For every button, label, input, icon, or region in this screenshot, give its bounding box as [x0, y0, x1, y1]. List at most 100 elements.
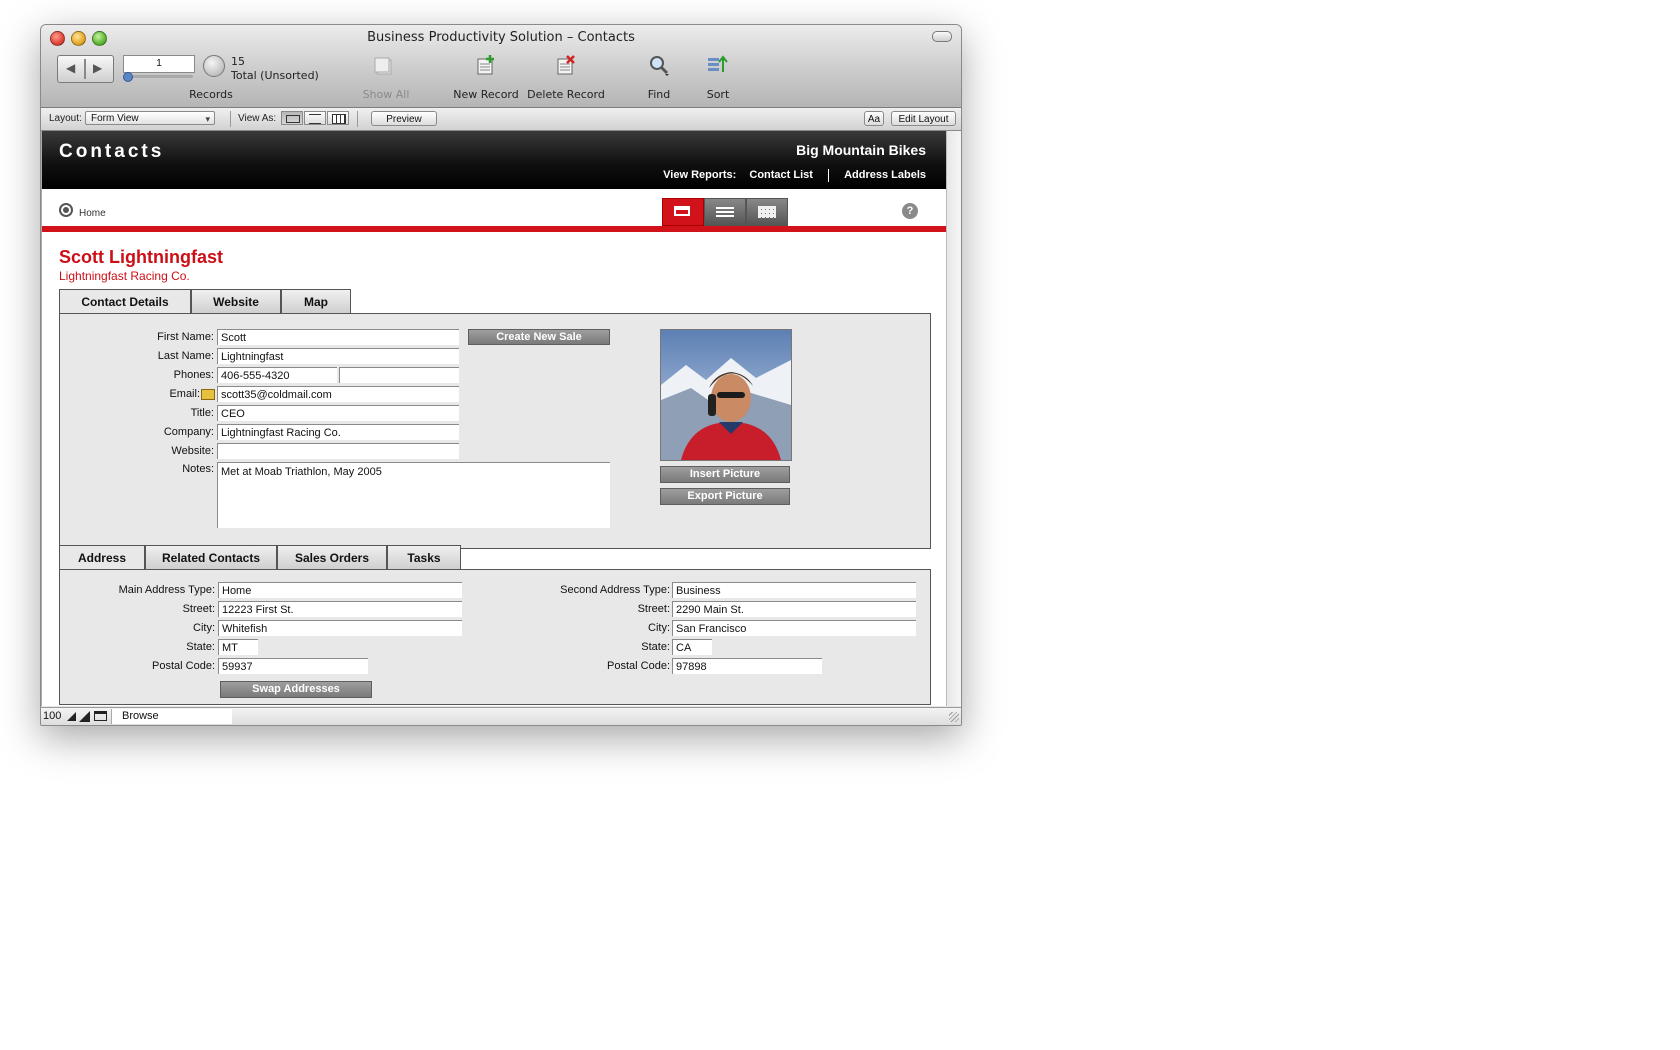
- table-view-icon: [758, 206, 776, 218]
- form-view-switch[interactable]: [662, 198, 704, 226]
- second-address-type-label: Second Address Type:: [560, 584, 670, 596]
- divider: [357, 111, 358, 127]
- divider: [230, 111, 231, 127]
- new-record-icon[interactable]: [475, 54, 497, 76]
- contact-photo[interactable]: [660, 329, 792, 461]
- edit-layout-button[interactable]: Edit Layout: [891, 111, 956, 126]
- second-city-label: City:: [648, 622, 670, 634]
- previous-record-icon[interactable]: ◀: [66, 61, 75, 75]
- swap-addresses-button[interactable]: Swap Addresses: [220, 681, 372, 698]
- title-field[interactable]: CEO: [217, 405, 459, 421]
- second-city-field[interactable]: San Francisco: [672, 620, 916, 636]
- resize-grip-icon[interactable]: [949, 712, 959, 722]
- email-envelope-icon[interactable]: [201, 389, 215, 400]
- layout-content: Contacts Big Mountain Bikes View Reports…: [41, 131, 946, 706]
- find-magnifier-icon[interactable]: [648, 54, 670, 76]
- website-field[interactable]: [217, 443, 459, 459]
- second-postal-field[interactable]: 97898: [672, 658, 822, 674]
- main-address-type-label: Main Address Type:: [118, 584, 215, 596]
- home-icon[interactable]: [59, 203, 73, 217]
- view-as-table-button[interactable]: [327, 111, 349, 125]
- home-link[interactable]: Home: [79, 208, 106, 219]
- new-record-button[interactable]: New Record: [446, 88, 526, 101]
- contact-company-line: Lightningfast Racing Co.: [59, 269, 190, 283]
- delete-record-icon[interactable]: [555, 54, 577, 76]
- record-number-input[interactable]: 1: [123, 55, 195, 73]
- phone-1-field[interactable]: 406-555-4320: [217, 367, 337, 383]
- main-city-field[interactable]: Whitefish: [218, 620, 462, 636]
- view-as-form-button[interactable]: [281, 111, 303, 125]
- layout-select[interactable]: Form View: [85, 111, 215, 126]
- main-state-field[interactable]: MT: [218, 639, 258, 655]
- phone-2-field[interactable]: [339, 367, 459, 383]
- record-slider-knob[interactable]: [123, 72, 133, 82]
- total-label: Total (Unsorted): [231, 69, 319, 82]
- main-address-type-field[interactable]: Home: [218, 582, 462, 598]
- help-icon[interactable]: ?: [902, 203, 918, 219]
- contact-list-link[interactable]: Contact List: [749, 169, 813, 181]
- tab-related-contacts[interactable]: Related Contacts: [145, 545, 277, 569]
- text-format-button[interactable]: Aa: [864, 111, 884, 126]
- records-label: Records: [189, 88, 233, 101]
- export-picture-button[interactable]: Export Picture: [660, 488, 790, 505]
- main-city-label: City:: [193, 622, 215, 634]
- find-button[interactable]: Find: [639, 88, 679, 101]
- tab-contact-details[interactable]: Contact Details: [59, 289, 191, 314]
- second-address-type-field[interactable]: Business: [672, 582, 916, 598]
- email-field[interactable]: scott35@coldmail.com: [217, 386, 459, 402]
- last-name-label: Last Name:: [157, 350, 214, 362]
- filemaker-window: Business Productivity Solution – Contact…: [40, 24, 962, 726]
- zoom-level[interactable]: 100: [43, 710, 61, 722]
- second-street-field[interactable]: 2290 Main St.: [672, 601, 916, 617]
- view-as-list-button[interactable]: [304, 111, 326, 125]
- table-view-icon: [332, 114, 346, 124]
- toolbar-toggle-button[interactable]: [932, 31, 952, 42]
- tab-website[interactable]: Website: [191, 289, 281, 313]
- email-label: Email:: [169, 388, 200, 400]
- first-name-field[interactable]: Scott: [217, 329, 459, 345]
- status-bar: 100 Browse: [41, 707, 961, 725]
- zoom-out-icon[interactable]: [67, 712, 76, 721]
- second-state-label: State:: [641, 641, 670, 653]
- form-view-icon: [674, 206, 690, 216]
- tab-address[interactable]: Address: [59, 545, 145, 570]
- delete-record-button[interactable]: Delete Record: [521, 88, 611, 101]
- show-all-icon[interactable]: [373, 55, 395, 77]
- sort-button[interactable]: Sort: [698, 88, 738, 101]
- toggle-status-toolbar-icon[interactable]: [94, 711, 107, 721]
- table-view-switch[interactable]: [746, 198, 788, 226]
- address-labels-link[interactable]: Address Labels: [844, 169, 926, 181]
- record-slider[interactable]: [123, 72, 193, 82]
- main-postal-field[interactable]: 59937: [218, 658, 368, 674]
- main-street-field[interactable]: 12223 First St.: [218, 601, 462, 617]
- last-name-field[interactable]: Lightningfast: [217, 348, 459, 364]
- view-reports-label: View Reports:: [663, 169, 737, 182]
- company-label: Company:: [163, 426, 214, 438]
- layout-bar: Layout: Form View View As: Preview Aa Ed…: [41, 108, 961, 131]
- main-state-label: State:: [186, 641, 215, 653]
- second-state-field[interactable]: CA: [672, 639, 712, 655]
- list-view-switch[interactable]: [704, 198, 746, 226]
- phones-label: Phones:: [173, 369, 214, 381]
- mode-indicator[interactable]: Browse: [111, 709, 232, 724]
- list-view-icon: [309, 114, 321, 124]
- record-count: 15 Total (Unsorted): [231, 55, 319, 83]
- preview-button[interactable]: Preview: [371, 111, 437, 126]
- tab-map[interactable]: Map: [281, 289, 351, 313]
- company-field[interactable]: Lightningfast Racing Co.: [217, 424, 459, 440]
- zoom-in-icon[interactable]: [79, 711, 90, 722]
- view-reports: View Reports: Contact List Address Label…: [653, 169, 926, 182]
- page-title: Contacts: [59, 141, 165, 162]
- tab-sales-orders[interactable]: Sales Orders: [277, 545, 387, 569]
- sort-icon[interactable]: [706, 54, 728, 76]
- insert-picture-button[interactable]: Insert Picture: [660, 466, 790, 483]
- record-book-control[interactable]: ◀ ▶: [57, 55, 114, 83]
- create-new-sale-button[interactable]: Create New Sale: [468, 329, 610, 345]
- show-all-button[interactable]: Show All: [351, 88, 421, 101]
- next-record-icon[interactable]: ▶: [93, 61, 102, 75]
- contact-photo-image: [661, 330, 791, 460]
- tab-tasks[interactable]: Tasks: [387, 545, 461, 569]
- nav-row: Home ?: [42, 189, 946, 229]
- vertical-scrollbar[interactable]: [946, 131, 961, 706]
- notes-field[interactable]: Met at Moab Triathlon, May 2005: [217, 462, 610, 528]
